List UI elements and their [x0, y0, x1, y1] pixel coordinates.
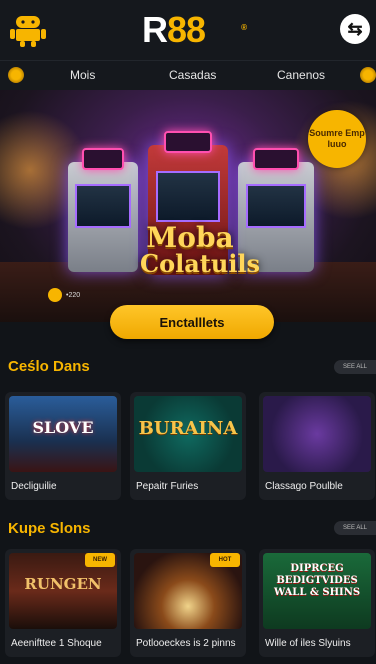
- slot-machine-left: [68, 148, 138, 272]
- category-nav: Mois Casadas Canenos: [0, 60, 376, 91]
- game-tag: NEW: [85, 553, 115, 567]
- brand-logo[interactable]: R88 ®: [142, 9, 247, 50]
- logo-registered-mark: ®: [241, 23, 247, 32]
- game-title: Pepaitr Furies: [136, 481, 199, 492]
- logo-letter: R: [142, 9, 168, 50]
- game-thumbnail: [263, 396, 371, 472]
- game-art-text: BURAINA: [138, 418, 238, 439]
- game-card[interactable]: Classago Poulble: [259, 392, 375, 500]
- nav-item-mois[interactable]: Mois: [70, 68, 95, 82]
- game-card[interactable]: RUNGEN NEW Aeenifttee 1 Shoque: [5, 549, 121, 657]
- promo-badge[interactable]: Soumre Emp luuo: [308, 110, 366, 168]
- game-title: Wille of iles Slyuins: [265, 638, 351, 649]
- section-title: Ceślo Dans: [8, 358, 90, 375]
- game-art-text: SLOVE: [32, 418, 94, 437]
- section-title: Kupe Slons: [8, 520, 91, 537]
- game-title: Decliguilie: [11, 481, 57, 492]
- user-swap-icon[interactable]: ⇆: [340, 14, 370, 44]
- logo-number: 88: [167, 9, 206, 50]
- game-card[interactable]: SLOVE Decliguilie: [5, 392, 121, 500]
- hero-title: Moba Colatuils: [140, 221, 261, 278]
- game-card[interactable]: DIPRCEG BEDIGTVIDES WALL & SHINS Wille o…: [259, 549, 375, 657]
- coin-counter-text: •220: [66, 291, 81, 299]
- android-icon[interactable]: [8, 12, 48, 48]
- game-thumbnail: DIPRCEG BEDIGTVIDES WALL & SHINS: [263, 553, 371, 629]
- app-header: R88 ® ⇆: [0, 0, 376, 60]
- nav-item-casadas[interactable]: Casadas: [169, 68, 216, 82]
- game-title: Potlooeckes is 2 pinns: [136, 638, 236, 649]
- see-all-button[interactable]: SEE ALL: [334, 521, 376, 535]
- see-all-button[interactable]: SEE ALL: [334, 360, 376, 374]
- game-card[interactable]: HOT Potlooeckes is 2 pinns: [130, 549, 246, 657]
- coin-counter: •220: [48, 288, 80, 302]
- game-art-text: RUNGEN: [24, 575, 102, 593]
- game-thumbnail: BURAINA: [134, 396, 242, 472]
- game-title: Classago Poulble: [265, 481, 343, 492]
- coin-icon[interactable]: [360, 67, 376, 83]
- hero-title-line1: Moba: [146, 221, 234, 254]
- game-thumbnail: SLOVE: [9, 396, 117, 472]
- nav-item-canenos[interactable]: Canenos: [277, 68, 325, 82]
- game-card[interactable]: BURAINA Pepaitr Furies: [130, 392, 246, 500]
- game-title: Aeenifttee 1 Shoque: [11, 638, 102, 649]
- coin-icon: [48, 288, 62, 302]
- hero-title-line2: Colatuils: [140, 249, 261, 278]
- cta-button[interactable]: Enctalllets: [110, 305, 274, 339]
- game-art-text: DIPRCEG BEDIGTVIDES WALL & SHINS: [273, 563, 361, 598]
- hero-banner[interactable]: Soumre Emp luuo •220 Moba Colatuils: [0, 90, 376, 322]
- coin-icon[interactable]: [8, 67, 24, 83]
- game-tag: HOT: [210, 553, 240, 567]
